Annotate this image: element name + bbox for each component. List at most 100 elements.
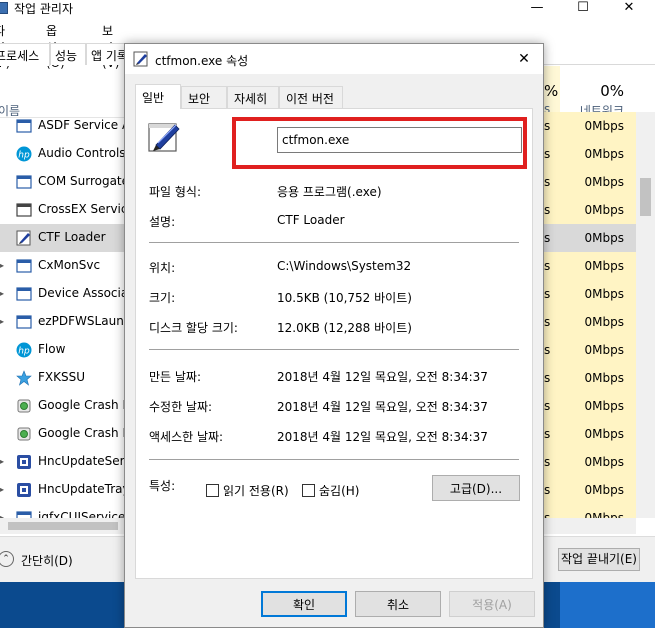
separator <box>149 242 519 243</box>
close-button[interactable]: ✕ <box>606 0 652 20</box>
network-cell: s 0Mbps <box>538 420 636 448</box>
created-label: 만든 날짜: <box>149 370 202 384</box>
process-name: ASDF Service A <box>38 118 131 132</box>
tab-general[interactable]: 일반 <box>135 84 181 109</box>
generic-app-icon <box>16 286 32 302</box>
hnc-icon <box>16 454 32 470</box>
description-label: 설명: <box>149 215 176 229</box>
network-value: 0Mbps <box>584 371 624 385</box>
network-cell: s 0Mbps <box>538 448 636 476</box>
column-disk-pct: % <box>544 82 559 100</box>
svg-text:hp: hp <box>18 151 30 161</box>
disk-value: s <box>544 455 551 469</box>
location-label: 위치: <box>149 261 176 275</box>
hp-icon: hp <box>16 342 32 358</box>
tab-performance[interactable]: 성능 <box>50 43 86 65</box>
location-value: C:\Windows\System32 <box>277 259 412 273</box>
network-value: 0Mbps <box>584 399 624 413</box>
chevron-right-icon[interactable]: ▸ <box>0 261 4 270</box>
network-cell: s 0Mbps <box>538 364 636 392</box>
process-name: Google Crash H <box>38 398 132 412</box>
network-value: 0Mbps <box>584 315 624 329</box>
disk-value: s <box>544 483 551 497</box>
type-value: 응용 프로그램(.exe) <box>277 185 382 199</box>
hidden-checkbox-label[interactable]: 숨김(H) <box>319 482 359 499</box>
end-task-button[interactable]: 작업 끝내기(E) <box>558 548 640 571</box>
network-value: 0Mbps <box>584 147 624 161</box>
modified-label: 수정한 날짜: <box>149 400 213 414</box>
ctf-pen-icon <box>148 123 180 152</box>
generic-app-icon <box>16 258 32 274</box>
chevron-right-icon[interactable]: ▸ <box>0 289 4 298</box>
column-network[interactable]: 0% 네트워크 <box>560 66 636 118</box>
network-cell: s 0Mbps <box>538 308 636 336</box>
hidden-checkbox[interactable]: 숨김(H) <box>302 482 366 498</box>
process-name: CxMonSvc <box>38 258 101 272</box>
process-name: ezPDFWSLaunc <box>38 314 131 328</box>
dialog-close-button[interactable]: ✕ <box>507 44 541 74</box>
ctf-pen-icon <box>133 51 148 67</box>
size-on-disk-label: 디스크 할당 크기: <box>149 321 238 335</box>
disk-value: s <box>544 175 551 189</box>
network-value: 0Mbps <box>584 175 624 189</box>
generic-app-icon <box>16 118 32 134</box>
tab-processes[interactable]: 프로세스 <box>0 43 50 66</box>
task-manager-titlebar: 작업 관리자 — ☐ ✕ <box>0 0 655 20</box>
network-cell: s 0Mbps <box>538 392 636 420</box>
network-cell: s 0Mbps <box>538 196 636 224</box>
readonly-checkbox[interactable]: 읽기 전용(R) <box>206 482 296 498</box>
google-crash-icon <box>16 426 32 442</box>
ctf-pen-icon <box>16 230 32 246</box>
process-name: Flow <box>38 342 66 356</box>
separator <box>149 349 519 350</box>
disk-value: s <box>544 427 551 441</box>
network-value: 0Mbps <box>584 511 624 518</box>
tab-details[interactable]: 자세히 <box>227 86 279 108</box>
window-app-icon <box>16 202 32 218</box>
disk-value: s <box>544 259 551 273</box>
generic-app-icon <box>16 174 32 190</box>
cancel-button[interactable]: 취소 <box>355 591 441 617</box>
chevron-right-icon[interactable]: ▸ <box>0 457 4 466</box>
fewer-details-link[interactable]: 간단히(D) <box>21 552 73 569</box>
properties-dialog: ctfmon.exe 속성 ✕ 일반 보안 자세히 이전 버전 파일 형식: 응… <box>124 43 544 628</box>
svg-text:hp: hp <box>18 347 30 357</box>
chevron-up-icon[interactable]: ⌃ <box>0 551 14 567</box>
network-cell: s 0Mbps <box>538 336 636 364</box>
task-manager-icon <box>0 2 8 14</box>
chevron-right-icon[interactable]: ▸ <box>0 317 4 326</box>
network-cell: s 0Mbps <box>538 252 636 280</box>
ok-button[interactable]: 확인 <box>261 591 347 617</box>
tab-previous-versions[interactable]: 이전 버전 <box>279 86 343 108</box>
column-network-pct: 0% <box>600 82 624 100</box>
disk-value: s <box>544 203 551 217</box>
process-name: COM Surrogate <box>38 174 130 188</box>
disk-value: s <box>544 511 551 518</box>
network-cell: s 0Mbps <box>538 140 636 168</box>
type-label: 파일 형식: <box>149 185 202 199</box>
vertical-scrollbar[interactable] <box>636 112 655 518</box>
tab-security[interactable]: 보안 <box>181 86 227 108</box>
generic-app-icon <box>16 510 32 518</box>
dialog-title: ctfmon.exe 속성 <box>155 54 249 68</box>
horizontal-scroll-thumb[interactable] <box>8 522 118 530</box>
file-name-input[interactable] <box>277 127 522 153</box>
apply-button[interactable]: 적용(A) <box>449 591 535 617</box>
minimize-button[interactable]: — <box>514 0 560 20</box>
description-value: CTF Loader <box>277 213 345 227</box>
readonly-checkbox-label[interactable]: 읽기 전용(R) <box>223 482 289 499</box>
process-name: CrossEX Service <box>38 202 135 216</box>
network-cell: s 0Mbps <box>538 504 636 518</box>
network-value: 0Mbps <box>584 483 624 497</box>
maximize-button[interactable]: ☐ <box>560 0 606 20</box>
network-value: 0Mbps <box>584 203 624 217</box>
network-cell: s 0Mbps <box>538 280 636 308</box>
disk-value: s <box>544 343 551 357</box>
disk-value: s <box>544 371 551 385</box>
chevron-right-icon[interactable]: ▸ <box>0 485 4 494</box>
advanced-button[interactable]: 고급(D)... <box>432 475 520 501</box>
vertical-scroll-thumb[interactable] <box>640 178 651 216</box>
checkbox-box[interactable] <box>206 484 219 497</box>
checkbox-box[interactable] <box>302 484 315 497</box>
accessed-value: 2018년 4월 12일 목요일, 오전 8:34:37 <box>277 430 488 444</box>
